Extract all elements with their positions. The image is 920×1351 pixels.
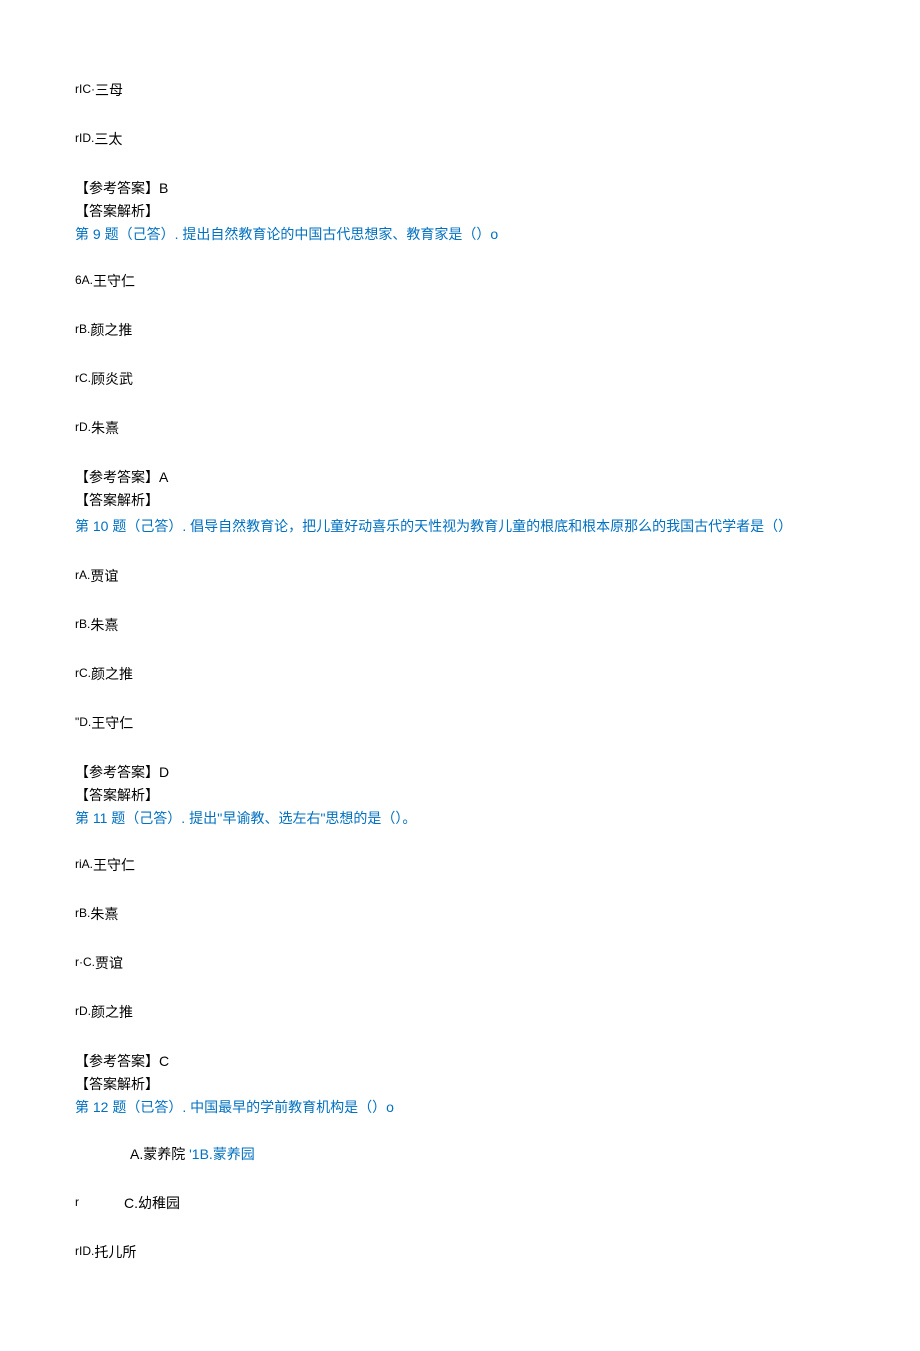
q8-option-d: rID.三太 [75, 129, 845, 150]
q9-option-a: 6A.王守仁 [75, 271, 845, 292]
answer-label: 【参考答案】 [75, 764, 159, 780]
option-prefix: rB. [75, 906, 90, 920]
question-text: 提出''早谕教、选左右"思想的是（）。 [189, 810, 416, 826]
q8-answer: 【参考答案】B [75, 178, 845, 199]
option-text: 贾谊 [90, 568, 118, 584]
q10-link[interactable]: 第 10 题（己答）. 倡导自然教育论，把儿童好动喜乐的天性视为教育儿童的根底和… [75, 513, 845, 540]
option-text: 朱熹 [90, 906, 118, 922]
option-c-prefix: C. [124, 1195, 138, 1211]
q12-link[interactable]: 第 12 题（已答）. 中国最早的学前教育机构是（）o [75, 1097, 845, 1118]
analysis-label: 【答案解析】 [75, 787, 159, 803]
option-prefix: rC. [75, 666, 91, 680]
option-prefix: rD. [75, 420, 91, 434]
option-text: 颜之推 [90, 322, 132, 338]
answer-value: C [159, 1053, 169, 1069]
option-text: 三母 [95, 82, 123, 98]
q11-answer: 【参考答案】C [75, 1051, 845, 1072]
q10-analysis: 【答案解析】 [75, 785, 845, 806]
option-c-text: 幼稚园 [138, 1195, 180, 1211]
q9-link[interactable]: 第 9 题（己答）. 提出自然教育论的中国古代思想家、教育家是（）o [75, 224, 845, 245]
option-b-prefix: '1B. [185, 1146, 213, 1162]
option-text: 顾炎武 [91, 371, 133, 387]
option-text: 王守仁 [91, 715, 133, 731]
q10-option-c: rC.颜之推 [75, 664, 845, 685]
answer-value: D [159, 764, 169, 780]
option-prefix: rB. [75, 322, 90, 336]
q12-option-ab-row: A.蒙养院 '1B.蒙养园 [130, 1144, 845, 1165]
answer-value: B [159, 180, 168, 196]
q8-analysis: 【答案解析】 [75, 201, 845, 222]
question-prefix: 第 10 题（己答）. [75, 518, 190, 534]
q10-answer: 【参考答案】D [75, 762, 845, 783]
q9-option-c: rC.顾炎武 [75, 369, 845, 390]
option-text: 贾谊 [95, 955, 123, 971]
answer-label: 【参考答案】 [75, 1053, 159, 1069]
q12-option-d: rID.托儿所 [75, 1242, 845, 1263]
option-text: 朱熹 [91, 420, 119, 436]
option-text: 三太 [94, 131, 122, 147]
option-a-prefix: A. [130, 1146, 143, 1162]
question-text: 提出自然教育论的中国古代思想家、教育家是（）o [182, 226, 498, 242]
option-text: 朱熹 [90, 617, 118, 633]
analysis-label: 【答案解析】 [75, 1076, 159, 1092]
option-prefix: r·C. [75, 955, 95, 969]
option-prefix: rA. [75, 568, 90, 582]
q9-option-d: rD.朱熹 [75, 418, 845, 439]
answer-label: 【参考答案】 [75, 180, 159, 196]
question-prefix: 第 9 题（己答）. [75, 226, 182, 242]
analysis-label: 【答案解析】 [75, 492, 159, 508]
option-prefix: 6A. [75, 273, 93, 287]
q9-option-b: rB.颜之推 [75, 320, 845, 341]
q11-option-c: r·C.贾谊 [75, 953, 845, 974]
option-prefix: "D. [75, 715, 91, 729]
question-prefix: 第 12 题（已答）. [75, 1099, 190, 1115]
option-prefix: rIC· [75, 82, 95, 96]
option-prefix: rID. [75, 1244, 94, 1258]
option-text: 王守仁 [93, 273, 135, 289]
option-b-text: 蒙养园 [213, 1146, 255, 1162]
answer-value: A [159, 469, 168, 485]
answer-label: 【参考答案】 [75, 469, 159, 485]
question-text: 倡导自然教育论，把儿童好动喜乐的天性视为教育儿童的根底和根本原那么的我国古代学者… [190, 518, 792, 534]
q8-option-c: rIC·三母 [75, 80, 845, 101]
q9-answer: 【参考答案】A [75, 467, 845, 488]
option-prefix: riA. [75, 857, 93, 871]
option-prefix: rC. [75, 371, 91, 385]
q9-analysis: 【答案解析】 [75, 490, 845, 511]
analysis-label: 【答案解析】 [75, 203, 159, 219]
question-prefix: 第 11 题（己答）. [75, 810, 189, 826]
option-text: 托儿所 [94, 1244, 136, 1260]
option-text: 颜之推 [91, 666, 133, 682]
row-prefix: r [75, 1195, 79, 1209]
option-prefix: rID. [75, 131, 94, 145]
option-prefix: rD. [75, 1004, 91, 1018]
q10-option-d: "D.王守仁 [75, 713, 845, 734]
option-text: 王守仁 [93, 857, 135, 873]
q11-link[interactable]: 第 11 题（己答）. 提出''早谕教、选左右"思想的是（）。 [75, 808, 845, 829]
q11-option-a: riA.王守仁 [75, 855, 845, 876]
q11-analysis: 【答案解析】 [75, 1074, 845, 1095]
option-prefix: rB. [75, 617, 90, 631]
q11-option-d: rD.颜之推 [75, 1002, 845, 1023]
q10-option-b: rB.朱熹 [75, 615, 845, 636]
option-a-text: 蒙养院 [143, 1146, 185, 1162]
q10-option-a: rA.贾谊 [75, 566, 845, 587]
option-text: 颜之推 [91, 1004, 133, 1020]
q12-option-c-row: r C.幼稚园 [75, 1193, 845, 1214]
question-text: 中国最早的学前教育机构是（）o [190, 1099, 394, 1115]
q11-option-b: rB.朱熹 [75, 904, 845, 925]
